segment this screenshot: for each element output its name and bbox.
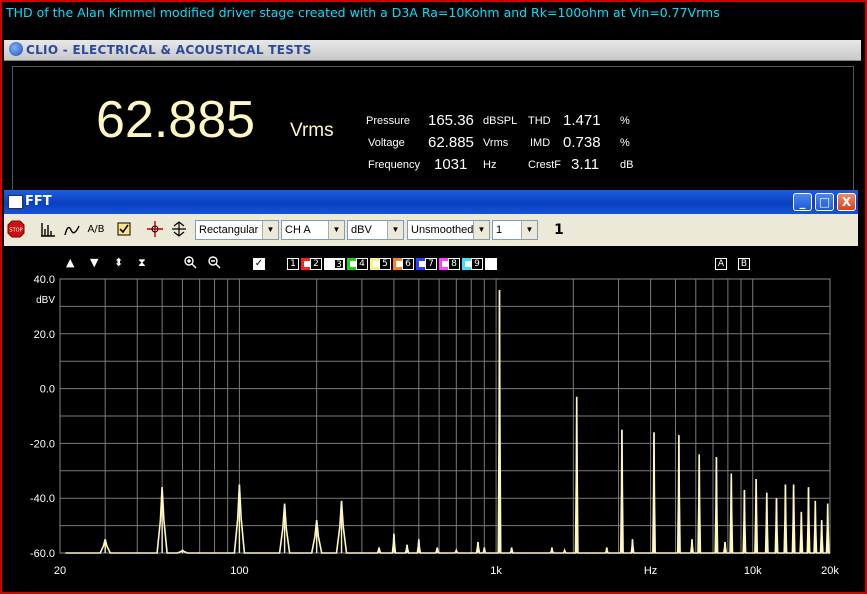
chevron-down-icon: ▼ (328, 221, 344, 239)
y-tick-label: 20.0 (34, 329, 55, 341)
smoothing-select[interactable]: Unsmoothed ▼ (407, 220, 490, 240)
pressure-label: Pressure (366, 115, 411, 127)
curve-view-button[interactable] (62, 220, 82, 240)
smoothing-select-value: Unsmoothed (411, 224, 474, 236)
voltage-unit: Vrms (483, 137, 509, 149)
imd-label: IMD (530, 137, 551, 149)
chevron-down-icon: ▼ (262, 221, 278, 239)
averages-select-value: 1 (496, 224, 503, 236)
close-button[interactable]: X (837, 193, 856, 211)
frequency-value: 1031 (434, 156, 468, 173)
clio-title-bar[interactable]: CLIO - ELECTRICAL & ACOUSTICAL TESTS (4, 40, 861, 61)
checklist-icon (117, 222, 131, 236)
y-tick-label: -40.0 (30, 493, 55, 505)
chevron-down-icon: ▼ (473, 221, 489, 239)
x-tick-label: 100 (230, 565, 248, 577)
voltage-label: Voltage (368, 137, 405, 149)
spectrum-view-button[interactable] (38, 220, 58, 240)
average-counter: 1 (554, 222, 564, 238)
clio-meter-window: CLIO - ELECTRICAL & ACOUSTICAL TESTS 62.… (4, 40, 861, 192)
y-tick-label: -60.0 (30, 548, 55, 560)
crestf-value: 3.11 (571, 156, 600, 173)
zoom-fit-button[interactable] (169, 220, 189, 240)
window-select[interactable]: Rectangular ▼ (195, 220, 279, 240)
crestf-unit: dB (620, 159, 634, 171)
x-tick-label: 20 (54, 565, 66, 577)
stop-icon: STOP (7, 220, 25, 238)
caption-text: THD of the Alan Kimmel modified driver s… (6, 5, 720, 20)
fft-window-icon (8, 195, 23, 209)
main-reading-unit: Vrms (290, 120, 334, 141)
svg-text:STOP: STOP (9, 228, 22, 234)
ab-compare-button[interactable]: A/B (86, 220, 106, 240)
x-tick-label: Hz (644, 565, 657, 577)
fft-title-bar[interactable]: FFT _ □ X (4, 190, 858, 214)
pressure-unit: dBSPL (483, 115, 518, 127)
y-tick-label: 40.0 (34, 274, 55, 286)
fft-toolbar: STOP A/B Rectangular ▼ CH A ▼ dBV ▼ Unsmoot… (4, 214, 858, 247)
imd-unit: % (620, 137, 630, 149)
clio-window-title: CLIO - ELECTRICAL & ACOUSTICAL TESTS (26, 43, 312, 57)
thd-label: THD (528, 115, 551, 127)
clio-logo-icon (9, 42, 23, 56)
channel-select-value: CH A (285, 224, 311, 236)
chevron-down-icon: ▼ (387, 221, 403, 239)
channel-select[interactable]: CH A ▼ (281, 220, 345, 240)
stop-button[interactable]: STOP (6, 220, 26, 240)
averages-select[interactable]: 1 ▼ (492, 220, 538, 240)
y-tick-label: -20.0 (30, 438, 55, 450)
units-select[interactable]: dBV ▼ (347, 220, 404, 240)
x-tick-label: 1k (490, 565, 502, 577)
fft-plot-area: ▲ ▼ ⬍ ⧗ ✓ 123456789 A B dBV 40.0 20.0 0.0-… (4, 246, 858, 590)
curve-icon (64, 225, 80, 236)
frequency-unit: Hz (483, 159, 497, 171)
maximize-button[interactable]: □ (815, 193, 834, 211)
units-select-value: dBV (351, 224, 372, 236)
zoom-fit-icon (172, 221, 186, 237)
minimize-button[interactable]: _ (793, 193, 812, 211)
settings-button[interactable] (114, 220, 134, 240)
fft-chart[interactable]: 40.0 20.0 0.0 -20.0 -40.0 -60.0 20 100 1k Hz 10k 20… (4, 246, 858, 590)
crosshair-icon (147, 221, 163, 237)
chevron-down-icon: ▼ (521, 221, 537, 239)
fft-window-title: FFT (25, 194, 52, 209)
cursor-button[interactable] (145, 220, 165, 240)
y-tick-label: 0.0 (40, 384, 55, 396)
spectrum-line (65, 289, 830, 554)
thd-value: 1.471 (563, 112, 601, 129)
pressure-value: 165.36 (428, 112, 474, 129)
frequency-label: Frequency (368, 159, 420, 171)
x-tick-label: 20k (821, 565, 839, 577)
thd-unit: % (620, 115, 630, 127)
crestf-label: CrestF (528, 159, 561, 171)
voltage-value: 62.885 (428, 134, 474, 151)
bar-spectrum-icon (41, 223, 55, 237)
main-reading: 62.885 (96, 91, 256, 149)
imd-value: 0.738 (563, 134, 601, 151)
x-tick-label: 10k (744, 565, 762, 577)
window-select-value: Rectangular (199, 224, 259, 236)
